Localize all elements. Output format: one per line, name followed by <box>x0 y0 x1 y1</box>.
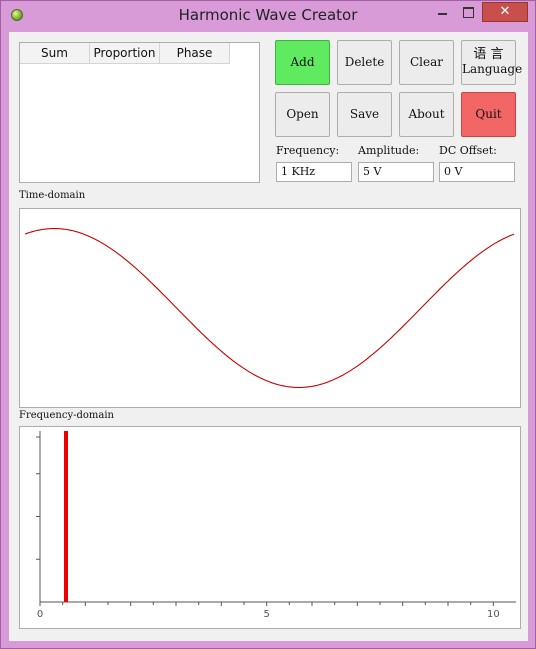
time-domain-title: Time-domain <box>19 190 86 201</box>
column-header-sum[interactable]: Sum <box>20 43 90 64</box>
frequency-domain-title: Frequency-domain <box>19 410 114 421</box>
language-button[interactable]: 语 言 Language <box>461 40 522 85</box>
time-domain-chart <box>19 208 521 408</box>
x-tick-label: 10 <box>487 609 500 620</box>
frequency-domain-chart: 0 5 10 <box>19 426 521 629</box>
column-header-phase[interactable]: Phase <box>160 43 230 64</box>
delete-button[interactable]: Delete <box>337 40 392 85</box>
client-area: Sum Proportion Phase Add Delete Clear 语 … <box>9 32 528 641</box>
clear-button[interactable]: Clear <box>399 40 454 85</box>
dc-offset-label: DC Offset: <box>439 144 497 157</box>
language-label: Language <box>462 62 523 76</box>
save-button[interactable]: Save <box>337 92 392 137</box>
close-button[interactable] <box>482 2 528 22</box>
title-bar[interactable]: Harmonic Wave Creator <box>1 1 535 31</box>
app-window: Harmonic Wave Creator Sum Proportion Pha… <box>0 0 536 649</box>
x-tick-label: 0 <box>37 609 43 620</box>
time-domain-series-line <box>24 227 515 389</box>
about-button[interactable]: About <box>399 92 454 137</box>
harmonics-table[interactable]: Sum Proportion Phase <box>19 42 260 183</box>
maximize-button[interactable] <box>455 2 481 22</box>
frequency-domain-plot: 0 5 10 <box>36 431 516 620</box>
quit-button[interactable]: Quit <box>461 92 516 137</box>
table-header: Sum Proportion Phase <box>20 43 230 64</box>
minimize-button[interactable] <box>429 2 455 22</box>
amplitude-input[interactable]: 5 V <box>358 162 434 182</box>
frequency-label: Frequency: <box>276 144 340 157</box>
time-domain-plot <box>24 227 515 389</box>
open-button[interactable]: Open <box>275 92 330 137</box>
add-button[interactable]: Add <box>275 40 330 85</box>
x-tick-label: 5 <box>263 609 269 620</box>
spectrum-bar <box>64 431 68 602</box>
language-label-zh: 语 言 <box>473 47 504 62</box>
amplitude-label: Amplitude: <box>358 144 420 157</box>
frequency-input[interactable]: 1 KHz <box>276 162 352 182</box>
dc-offset-input[interactable]: 0 V <box>439 162 515 182</box>
column-header-proportion[interactable]: Proportion <box>90 43 160 64</box>
